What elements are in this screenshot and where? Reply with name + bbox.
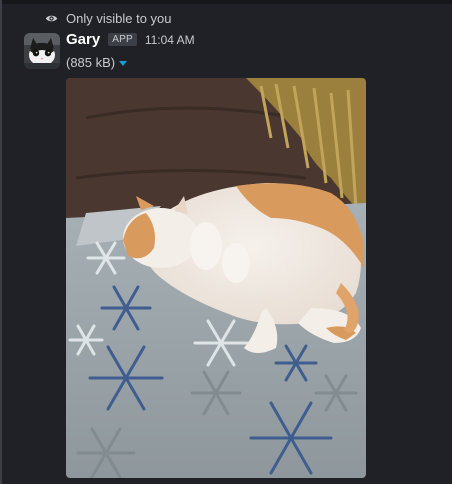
ephemeral-notice: Only visible to you: [45, 11, 172, 26]
visibility-text: Only visible to you: [66, 11, 172, 26]
avatar[interactable]: [24, 33, 60, 69]
file-info[interactable]: (885 kB): [66, 55, 128, 70]
cat-photo: [66, 78, 366, 478]
image-attachment[interactable]: [66, 78, 366, 478]
file-size: (885 kB): [66, 55, 116, 70]
message-pane: Only visible to you Gary APP 11:04 AM (8…: [0, 0, 452, 484]
left-divider: [0, 0, 2, 484]
sender-name[interactable]: Gary: [66, 31, 100, 48]
app-badge: APP: [108, 33, 137, 46]
caret-down-icon[interactable]: [119, 60, 128, 67]
message-timestamp[interactable]: 11:04 AM: [145, 33, 195, 47]
message-header: Gary APP 11:04 AM: [66, 31, 195, 48]
cat-avatar-image: [24, 33, 60, 69]
top-divider: [0, 0, 452, 4]
eye-icon: [45, 15, 58, 22]
